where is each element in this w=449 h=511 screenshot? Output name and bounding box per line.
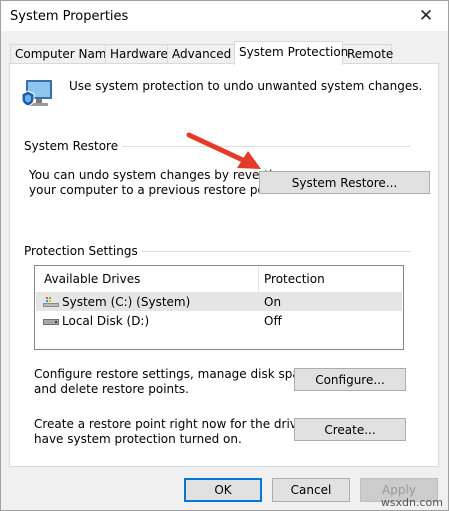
- ok-button[interactable]: OK: [184, 478, 262, 502]
- configure-text-line2: and delete restore points.: [34, 382, 189, 396]
- disk-drive-icon: [42, 316, 60, 330]
- title-bar: System Properties ✕: [1, 1, 448, 31]
- red-arrow-icon: [186, 132, 261, 169]
- configure-button[interactable]: Configure...: [294, 368, 406, 391]
- close-button[interactable]: ✕: [404, 1, 448, 31]
- window-title: System Properties: [10, 9, 129, 24]
- create-text-line1: Create a restore point right now for the…: [34, 417, 339, 431]
- column-header-protection[interactable]: Protection: [264, 272, 325, 286]
- tab-advanced[interactable]: Advanced: [167, 44, 235, 63]
- drives-list-header: Available Drives Protection: [35, 266, 403, 293]
- drive-name: Local Disk (D:): [62, 314, 150, 328]
- protection-settings-label: Protection Settings: [24, 244, 142, 258]
- drive-protection-status: Off: [264, 314, 282, 328]
- tab-hardware[interactable]: Hardware: [105, 44, 168, 63]
- configure-text-line1: Configure restore settings, manage disk …: [34, 367, 318, 381]
- cancel-button[interactable]: Cancel: [272, 478, 350, 502]
- drive-name: System (C:) (System): [62, 295, 191, 309]
- drive-protection-status: On: [264, 295, 282, 309]
- column-separator: [258, 266, 259, 292]
- create-button[interactable]: Create...: [294, 418, 406, 441]
- system-protection-icon: [20, 76, 58, 112]
- system-restore-button[interactable]: System Restore...: [259, 171, 430, 194]
- drive-row-system-c[interactable]: System (C:) (System) On: [36, 293, 402, 311]
- watermark: wsxdn.com: [380, 496, 443, 509]
- close-icon: ✕: [418, 6, 434, 26]
- system-drive-icon: [42, 296, 60, 311]
- intro-text: Use system protection to undo unwanted s…: [69, 79, 423, 93]
- tab-computer-name[interactable]: Computer Name: [10, 44, 114, 63]
- system-restore-desc-line2: your computer to a previous restore poin…: [29, 183, 285, 197]
- drive-row-local-d[interactable]: Local Disk (D:) Off: [36, 312, 402, 330]
- column-header-available-drives[interactable]: Available Drives: [44, 272, 140, 286]
- tab-remote[interactable]: Remote: [342, 44, 393, 63]
- tab-system-protection[interactable]: System Protection: [234, 41, 348, 65]
- system-restore-label: System Restore: [24, 139, 123, 153]
- create-text-line2: have system protection turned on.: [34, 432, 242, 446]
- drives-list[interactable]: Available Drives Protection System (C:) …: [34, 265, 404, 350]
